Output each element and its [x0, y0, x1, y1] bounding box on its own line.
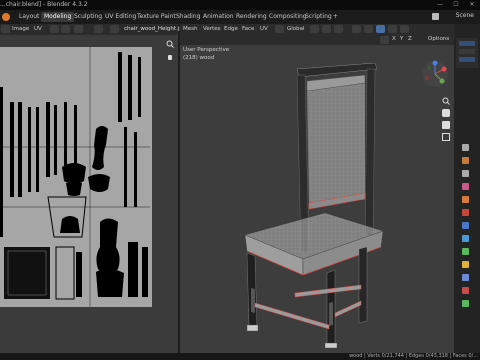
status-bar: wood | Verts 0/21,744 | Edges 0/43,318 |…: [0, 353, 480, 360]
workspace-tabs-bar: Layout Modeling Sculpting UV Editing Tex…: [0, 10, 480, 24]
viewport-zoom-icon[interactable]: [442, 97, 450, 105]
tab-layout[interactable]: Layout: [16, 12, 42, 22]
menu-uv[interactable]: UV: [34, 26, 42, 32]
navigation-gizmo[interactable]: [420, 59, 450, 89]
render-properties-icon[interactable]: [462, 157, 469, 164]
options-dropdown[interactable]: Options: [428, 36, 449, 42]
output-properties-icon[interactable]: [462, 170, 469, 177]
axis-z-toggle[interactable]: Z: [408, 36, 412, 42]
minimize-icon[interactable]: —: [432, 0, 448, 10]
uv-editor-header: Image UV chair_wood_Height.jpg: [0, 24, 186, 35]
uv-layout-overlay: [0, 47, 150, 307]
scene-statistics: wood | Verts 0/21,744 | Edges 0/43,318 |…: [349, 353, 478, 359]
xray-icon[interactable]: [364, 25, 373, 33]
scene-properties-icon[interactable]: [462, 196, 469, 203]
tab-sculpting[interactable]: Sculpting: [71, 12, 105, 22]
overlays-icon[interactable]: [352, 25, 361, 33]
sticky-select-icon[interactable]: [61, 25, 70, 33]
orientation-dropdown[interactable]: Global: [287, 26, 305, 32]
menu-vertex[interactable]: Vertex: [203, 26, 221, 32]
tab-shading[interactable]: Shading: [173, 12, 203, 22]
snap-icon[interactable]: [94, 25, 103, 33]
object-name: (218) wood: [183, 55, 215, 61]
world-properties-icon[interactable]: [462, 209, 469, 216]
tab-modeling[interactable]: Modeling: [41, 12, 75, 22]
constraints-icon[interactable]: [462, 261, 469, 268]
pan-hand-icon[interactable]: [166, 53, 174, 61]
pivot-point-icon[interactable]: [310, 25, 319, 33]
texture-properties-icon[interactable]: [462, 300, 469, 307]
blender-logo-icon[interactable]: [2, 13, 10, 21]
scene-selector[interactable]: Scene: [456, 12, 474, 19]
3d-viewport[interactable]: User Perspective (218) wood: [180, 45, 454, 353]
modifier-properties-icon[interactable]: [462, 222, 469, 229]
axis-x-toggle[interactable]: X: [392, 36, 396, 42]
menu-mesh[interactable]: Mesh: [183, 26, 197, 32]
mirror-icon[interactable]: [380, 36, 389, 44]
tool-properties-icon[interactable]: [462, 144, 469, 151]
viewport-header: Mesh Vertex Edge Face UV Global: [180, 24, 454, 35]
editor-type-icon[interactable]: [1, 25, 10, 33]
uv-image-texture: [0, 47, 152, 307]
viewport-subheader: X Y Z Options: [180, 35, 454, 45]
outliner-row[interactable]: [459, 49, 475, 54]
material-preview-icon[interactable]: [388, 25, 397, 33]
viewport-pan-icon[interactable]: [442, 109, 450, 117]
uv-select-mode-icon[interactable]: [50, 25, 59, 33]
view-layer-icon[interactable]: [462, 183, 469, 190]
title-bar: ...chair.blend] - Blender 4.3.2 — ☐ ✕: [0, 0, 480, 10]
menu-uv-viewport[interactable]: UV: [260, 26, 268, 32]
tab-rendering[interactable]: Rendering: [233, 12, 270, 22]
view-name: User Perspective: [183, 47, 230, 53]
material-properties-icon[interactable]: [462, 287, 469, 294]
snap-toggle-icon[interactable]: [322, 25, 331, 33]
transform-orientation-icon[interactable]: [275, 25, 284, 33]
object-data-icon[interactable]: [462, 274, 469, 281]
rendered-shading-icon[interactable]: [400, 25, 409, 33]
scene-icon[interactable]: [432, 13, 439, 20]
tab-texture-paint[interactable]: Texture Paint: [134, 12, 179, 22]
outliner[interactable]: [456, 38, 478, 68]
image-browse-icon[interactable]: [110, 25, 119, 33]
image-name-field[interactable]: chair_wood_Height.jpg: [124, 26, 186, 32]
maximize-icon[interactable]: ☐: [448, 0, 464, 10]
solid-shading-icon[interactable]: [376, 25, 385, 33]
pivot-icon[interactable]: [74, 25, 83, 33]
close-icon[interactable]: ✕: [464, 0, 480, 10]
chair-mesh: [243, 63, 385, 348]
menu-edge[interactable]: Edge: [224, 26, 238, 32]
properties-panel: [454, 24, 480, 353]
menu-image[interactable]: Image: [12, 26, 29, 32]
outliner-row-selected[interactable]: [459, 57, 475, 62]
add-workspace-button[interactable]: +: [330, 12, 341, 22]
axis-y-toggle[interactable]: Y: [400, 36, 403, 42]
particles-icon[interactable]: [462, 235, 469, 242]
window-title: ...chair.blend] - Blender 4.3.2: [0, 1, 88, 8]
proportional-edit-icon[interactable]: [334, 25, 343, 33]
tab-animation[interactable]: Animation: [200, 12, 237, 22]
camera-view-icon[interactable]: [442, 121, 450, 129]
window-controls: — ☐ ✕: [432, 0, 480, 10]
zoom-icon[interactable]: [166, 40, 174, 48]
outliner-row-selected[interactable]: [459, 41, 475, 46]
perspective-toggle-icon[interactable]: [442, 133, 450, 141]
physics-icon[interactable]: [462, 248, 469, 255]
menu-face[interactable]: Face: [242, 26, 254, 32]
